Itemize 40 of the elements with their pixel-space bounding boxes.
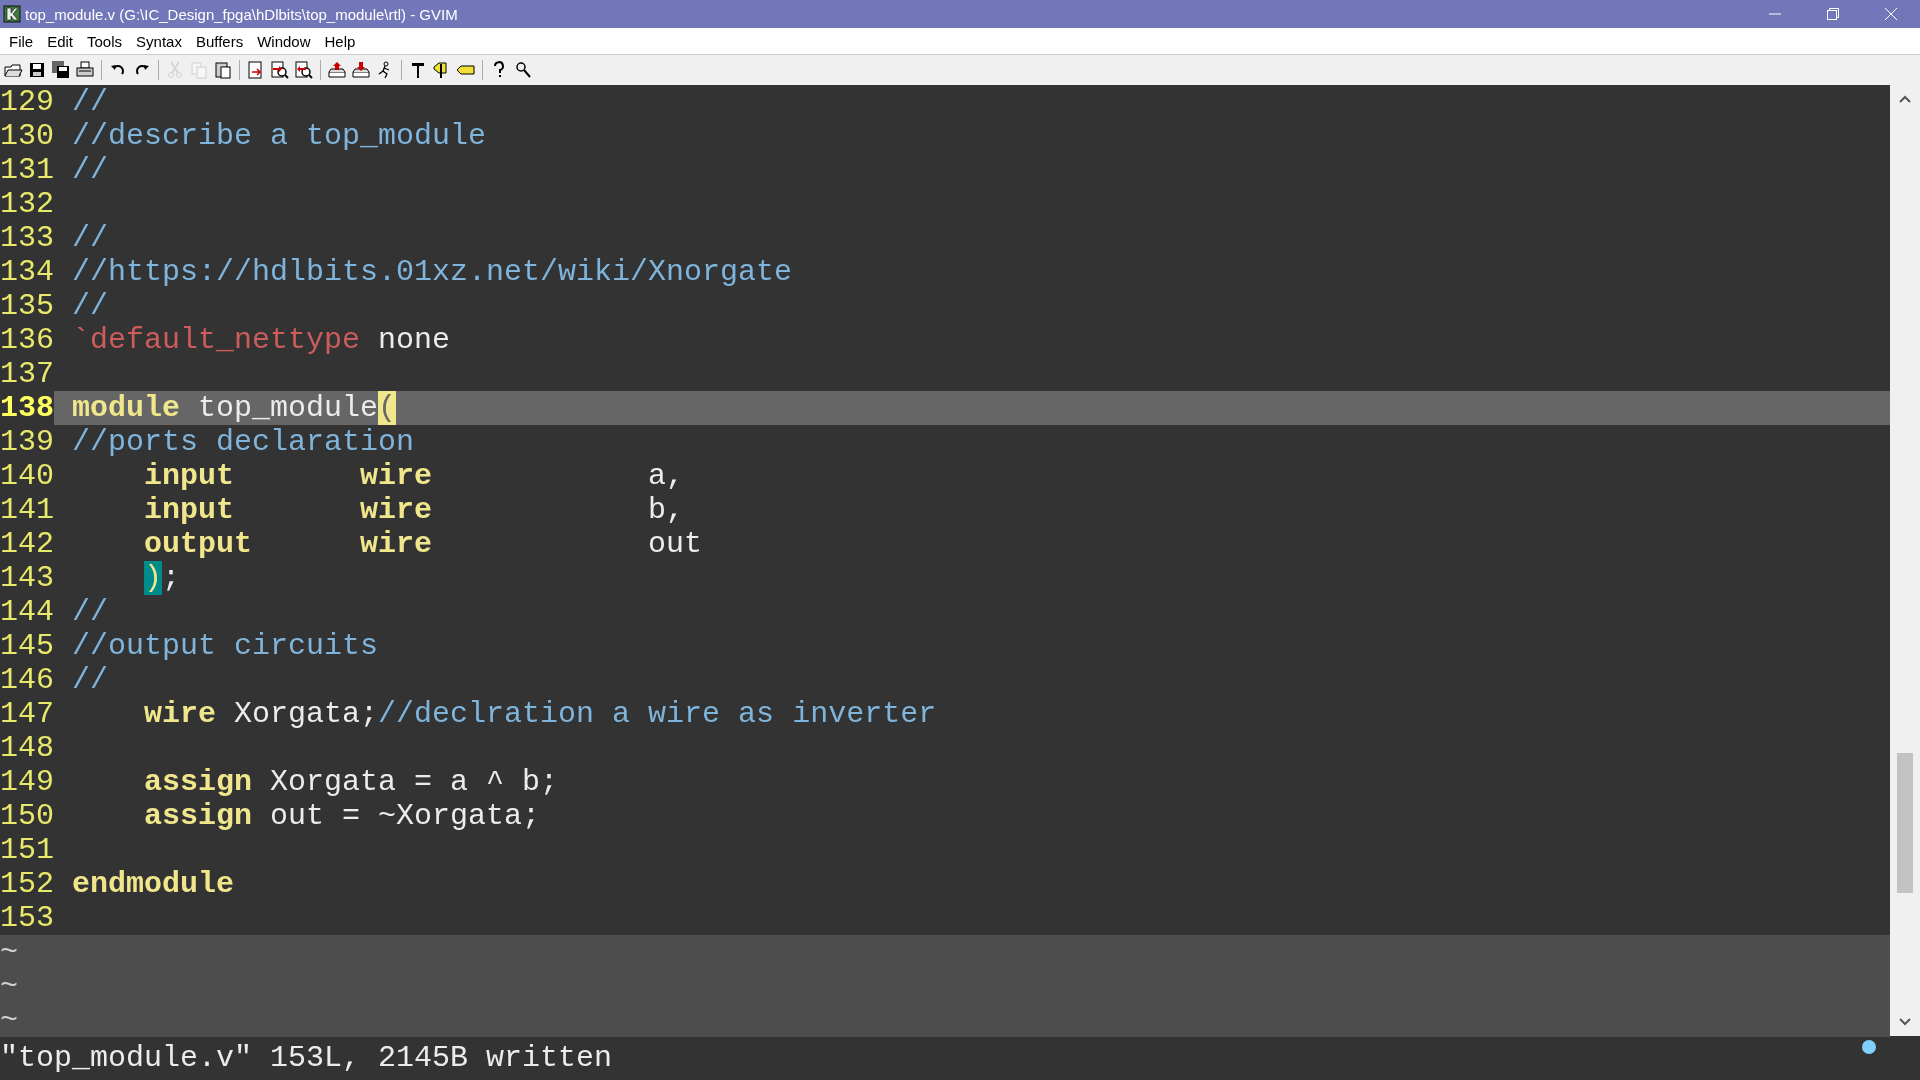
empty-line-marker: ~ — [0, 935, 18, 969]
code-line: input wire b, — [143, 493, 685, 527]
empty-line-marker: ~ — [0, 1003, 18, 1037]
menu-item[interactable]: Buffers — [188, 32, 251, 50]
code-line: `default_nettype none — [72, 323, 451, 357]
status-dot-icon — [1862, 1040, 1876, 1054]
code-line: assign out = ~Xorgata; — [143, 799, 541, 833]
code-line: //ports declaration — [72, 425, 415, 459]
code-line: // — [72, 289, 108, 323]
code-line: // — [72, 221, 108, 255]
code-line: //describe a top_module — [72, 119, 487, 153]
close-icon[interactable] — [1885, 8, 1897, 20]
line-number: 138 — [0, 391, 54, 425]
menu-item[interactable]: Edit — [40, 32, 81, 50]
code-line: output wire out — [143, 527, 703, 561]
window-title: top_module.v (G:\IC_Design_fpga\hDlbits\top_module\rtl) - GVIM — [25, 5, 459, 23]
menu-item[interactable]: Syntax — [129, 32, 189, 50]
menu-item[interactable]: Tools — [80, 32, 130, 50]
code-line: //https://hdlbits.01xz.net/wiki/Xnorgate — [72, 255, 793, 289]
code-line: // — [72, 153, 108, 187]
code-line: input wire a, — [143, 459, 685, 493]
scrollbar-thumb[interactable] — [1897, 753, 1913, 893]
scrollbar[interactable] — [1890, 85, 1920, 1036]
code-line: // — [72, 595, 108, 629]
restore-icon[interactable] — [1827, 8, 1839, 20]
code-line: module top_module( — [72, 391, 397, 425]
code-line: assign Xorgata = a ^ b; — [143, 765, 559, 799]
scroll-down-icon[interactable] — [1899, 1018, 1911, 1026]
app-icon — [3, 5, 21, 23]
scroll-up-icon[interactable] — [1899, 95, 1911, 103]
menu-item[interactable]: Window — [250, 32, 318, 50]
code-line: wire Xorgata;//declration a wire as inverter — [143, 697, 937, 731]
empty-line-marker: ~ — [0, 969, 18, 1003]
code-line: // — [72, 663, 108, 697]
code-line: //output circuits — [72, 629, 379, 663]
command-line-message: "top_module.v" 153L, 2145B written — [0, 1041, 613, 1075]
code-line: endmodule — [72, 867, 235, 901]
menu-item[interactable]: Help — [317, 32, 363, 50]
menu-item[interactable]: File — [2, 32, 41, 50]
code-line: // — [72, 85, 108, 119]
